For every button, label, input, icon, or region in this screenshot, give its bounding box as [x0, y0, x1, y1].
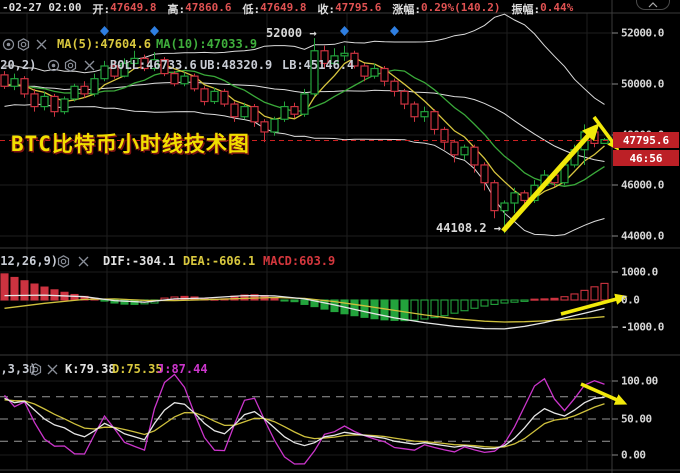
macd-readout: MACD:603.9 — [263, 254, 335, 268]
boll-lb-readout: LB:45146.4 — [282, 58, 354, 72]
boll-mid-readout: BOLL:46733.6 — [110, 58, 197, 72]
macd-params: (12,26,9) — [0, 254, 58, 268]
boll-settings-gear-icon[interactable] — [64, 59, 77, 72]
ma-close-icon[interactable] — [35, 38, 48, 51]
boll-params: (20,2) — [0, 58, 36, 72]
chevron-up-icon — [648, 2, 658, 8]
close-value: 收:47795.6 — [317, 1, 381, 17]
trading-chart-window: -02-27 02:00 开:47649.8 高:47860.6 低:47649… — [0, 0, 680, 473]
low-value: 低:47649.8 — [242, 1, 306, 17]
macd-axis-tick: 1000.0 — [621, 266, 658, 279]
ma10-readout: MA(10):47033.9 — [156, 37, 257, 51]
boll-close-icon[interactable] — [83, 59, 96, 72]
collapse-chart-button[interactable] — [636, 0, 670, 10]
kdj-axis-tick: 50.00 — [621, 413, 652, 426]
ma-visibility-eye-icon[interactable] — [2, 38, 15, 51]
peak-annotation: 52000 → — [266, 26, 317, 40]
low-annotation: 44108.2 → — [436, 221, 501, 235]
change-value: 涨幅:0.29%(140.2) — [392, 1, 500, 17]
ma-settings-gear-icon[interactable] — [17, 38, 30, 51]
boll-ub-readout: UB:48320.9 — [200, 58, 272, 72]
current-price-badge: 47795.6 — [613, 132, 679, 148]
macd-settings-gear-icon[interactable] — [57, 255, 70, 268]
candle-countdown-badge: 46:56 — [613, 150, 679, 166]
ohlc-top-bar: -02-27 02:00 开:47649.8 高:47860.6 低:47649… — [2, 1, 573, 17]
amplitude-value: 振幅:0.44% — [512, 1, 574, 17]
bar-time: -02-27 02:00 — [2, 1, 81, 17]
d-readout: D:75.35 — [112, 362, 163, 376]
high-value: 高:47860.6 — [167, 1, 231, 17]
main-axis-tick: 52000.0 — [621, 27, 664, 40]
chart-watermark-title: BTC比特币小时线技术图 — [11, 128, 250, 158]
main-axis-tick: 44000.0 — [621, 230, 664, 243]
open-value: 开:47649.8 — [92, 1, 156, 17]
macd-close-icon[interactable] — [77, 255, 90, 268]
j-readout: J:87.44 — [157, 362, 208, 376]
macd-axis-tick: 0.0 — [621, 294, 639, 307]
macd-axis-tick: -1000.0 — [621, 321, 664, 334]
k-readout: K:79.38 — [65, 362, 116, 376]
kdj-settings-gear-icon[interactable] — [29, 363, 42, 376]
main-axis-tick: 46000.0 — [621, 179, 664, 192]
ma5-readout: MA(5):47604.6 — [57, 37, 151, 51]
kdj-axis-tick: 0.00 — [621, 449, 646, 462]
main-axis-tick: 50000.0 — [621, 78, 664, 91]
kdj-close-icon[interactable] — [46, 363, 59, 376]
dea-readout: DEA:-606.1 — [183, 254, 255, 268]
dif-readout: DIF:-304.1 — [103, 254, 175, 268]
kdj-axis-tick: 100.00 — [621, 375, 658, 388]
boll-visibility-eye-icon[interactable] — [47, 59, 60, 72]
